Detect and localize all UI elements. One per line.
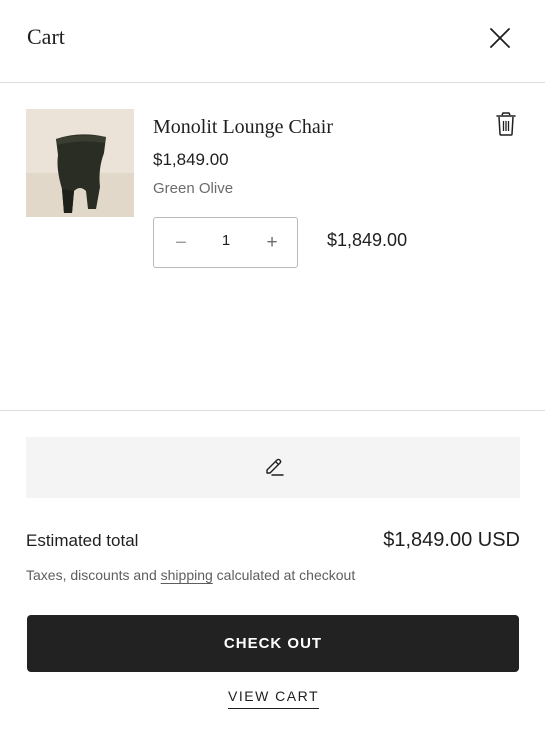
estimated-total-value: $1,849.00 USD xyxy=(383,529,520,551)
product-price: $1,849.00 xyxy=(153,150,229,169)
estimated-total-label: Estimated total xyxy=(26,531,139,550)
close-icon xyxy=(490,28,510,48)
checkout-button[interactable]: CHECK OUT xyxy=(27,615,519,672)
pencil-icon xyxy=(266,458,284,476)
increase-quantity-button[interactable]: + xyxy=(257,231,287,255)
cart-title: Cart xyxy=(27,24,65,49)
view-cart-link[interactable]: VIEW CART xyxy=(228,688,320,709)
shipping-link[interactable]: shipping xyxy=(161,567,213,583)
trash-icon xyxy=(496,112,516,136)
tax-note-suffix: calculated at checkout xyxy=(212,567,356,583)
tax-note-prefix: Taxes, discounts and xyxy=(26,567,161,583)
decrease-quantity-button[interactable]: − xyxy=(166,231,196,255)
close-button[interactable] xyxy=(487,25,513,51)
chair-image xyxy=(56,134,106,213)
cart-header: Cart xyxy=(0,0,545,83)
quantity-stepper: − 1 + xyxy=(153,217,298,268)
product-variant: Green Olive xyxy=(153,180,234,197)
remove-item-button[interactable] xyxy=(494,111,518,137)
cart-item: Monolit Lounge Chair $1,849.00 Green Oli… xyxy=(0,84,545,410)
tax-note: Taxes, discounts and shipping calculated… xyxy=(26,567,355,583)
product-name[interactable]: Monolit Lounge Chair xyxy=(153,116,333,139)
line-item-total: $1,849.00 xyxy=(327,230,408,250)
section-divider xyxy=(0,410,545,411)
product-image[interactable] xyxy=(26,109,134,217)
quantity-input[interactable]: 1 xyxy=(209,232,243,249)
